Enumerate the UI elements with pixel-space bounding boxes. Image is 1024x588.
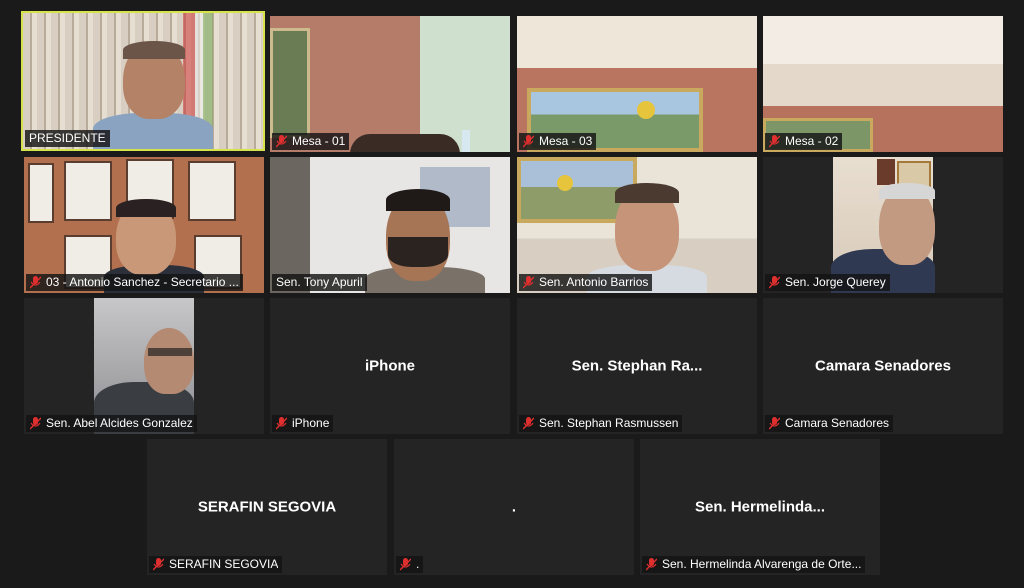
- muted-mic-icon: [523, 276, 534, 289]
- participant-display-name: Camara Senadores: [815, 357, 951, 375]
- video-tile-iphone[interactable]: iPhone iPhone: [270, 298, 510, 434]
- participant-name-label: .: [396, 556, 424, 573]
- participant-display-name: .: [511, 498, 517, 516]
- participant-name-label: Sen. Antonio Barrios: [519, 274, 653, 291]
- video-tile-serafin-segovia[interactable]: SERAFIN SEGOVIA SERAFIN SEGOVIA: [147, 439, 387, 575]
- muted-mic-icon: [276, 417, 287, 430]
- participant-display-name: Sen. Stephan Ra...: [571, 357, 703, 375]
- muted-mic-icon: [276, 135, 287, 148]
- video-tile-hermelinda-alvarenga[interactable]: Sen. Hermelinda... Sen. Hermelinda Alvar…: [640, 439, 880, 575]
- video-feed: [270, 16, 510, 152]
- video-feed: [517, 157, 757, 293]
- participant-name: iPhone: [292, 416, 330, 430]
- muted-mic-icon: [523, 417, 534, 430]
- participant-name: Mesa - 03: [539, 134, 593, 148]
- participant-display-name: iPhone: [364, 357, 415, 375]
- video-tile-tony-apuril[interactable]: Sen. Tony Apuril: [270, 157, 510, 293]
- participant-name: Sen. Jorge Querey: [785, 275, 886, 289]
- participant-name: Sen. Hermelinda Alvarenga de Orte...: [662, 557, 862, 571]
- video-feed: [23, 13, 263, 149]
- video-feed: [517, 16, 757, 152]
- muted-mic-icon: [769, 276, 780, 289]
- participant-name: .: [416, 557, 420, 571]
- muted-mic-icon: [153, 558, 164, 571]
- video-tile-stephan-rasmussen[interactable]: Sen. Stephan Ra... Sen. Stephan Rasmusse…: [517, 298, 757, 434]
- video-feed: [270, 157, 510, 293]
- participant-name-label: Sen. Stephan Rasmussen: [519, 415, 683, 432]
- participant-name-label: Sen. Jorge Querey: [765, 274, 890, 291]
- participant-name: Sen. Antonio Barrios: [539, 275, 649, 289]
- participant-name-label: SERAFIN SEGOVIA: [149, 556, 283, 573]
- video-tile-mesa-03[interactable]: Mesa - 03: [517, 16, 757, 152]
- participant-name: 03 - Antonio Sanchez - Secretario ...: [46, 275, 239, 289]
- muted-mic-icon: [523, 135, 534, 148]
- muted-mic-icon: [646, 558, 657, 571]
- video-tile-mesa-01[interactable]: Mesa - 01: [270, 16, 510, 152]
- participant-display-name: SERAFIN SEGOVIA: [197, 498, 337, 516]
- participant-name-label: Sen. Hermelinda Alvarenga de Orte...: [642, 556, 866, 573]
- video-feed: [24, 157, 264, 293]
- participant-name: Sen. Tony Apuril: [276, 275, 363, 289]
- video-tile-antonio-sanchez[interactable]: 03 - Antonio Sanchez - Secretario ...: [24, 157, 264, 293]
- video-tile-jorge-querey[interactable]: Sen. Jorge Querey: [763, 157, 1003, 293]
- participant-name: PRESIDENTE: [29, 131, 106, 145]
- participant-name: Mesa - 01: [292, 134, 346, 148]
- participant-name: Sen. Stephan Rasmussen: [539, 416, 679, 430]
- muted-mic-icon: [400, 558, 411, 571]
- participant-name: Sen. Abel Alcides Gonzalez: [46, 416, 193, 430]
- muted-mic-icon: [769, 417, 780, 430]
- muted-mic-icon: [30, 276, 41, 289]
- video-feed: [763, 16, 1003, 152]
- participant-name-label: Mesa - 02: [765, 133, 843, 150]
- video-tile-camara-senadores[interactable]: Camara Senadores Camara Senadores: [763, 298, 1003, 434]
- video-tile-mesa-02[interactable]: Mesa - 02: [763, 16, 1003, 152]
- participant-name-label: Camara Senadores: [765, 415, 894, 432]
- video-feed: [763, 157, 1003, 293]
- participant-name: Mesa - 02: [785, 134, 839, 148]
- participant-display-name: Sen. Hermelinda...: [694, 498, 826, 516]
- video-feed: [24, 298, 264, 434]
- participant-name-label: iPhone: [272, 415, 334, 432]
- participant-name-label: Mesa - 01: [272, 133, 350, 150]
- video-tile-abel-gonzalez[interactable]: Sen. Abel Alcides Gonzalez: [24, 298, 264, 434]
- participant-name-label: 03 - Antonio Sanchez - Secretario ...: [26, 274, 243, 291]
- muted-mic-icon: [30, 417, 41, 430]
- participant-name-label: Mesa - 03: [519, 133, 597, 150]
- participant-name: SERAFIN SEGOVIA: [169, 557, 279, 571]
- video-tile-dot[interactable]: . .: [394, 439, 634, 575]
- video-tile-presidente[interactable]: PRESIDENTE: [21, 11, 265, 151]
- participant-name-label: PRESIDENTE: [25, 130, 110, 147]
- participant-name-label: Sen. Abel Alcides Gonzalez: [26, 415, 197, 432]
- participant-name: Camara Senadores: [785, 416, 890, 430]
- participant-name-label: Sen. Tony Apuril: [272, 274, 367, 291]
- muted-mic-icon: [769, 135, 780, 148]
- video-tile-antonio-barrios[interactable]: Sen. Antonio Barrios: [517, 157, 757, 293]
